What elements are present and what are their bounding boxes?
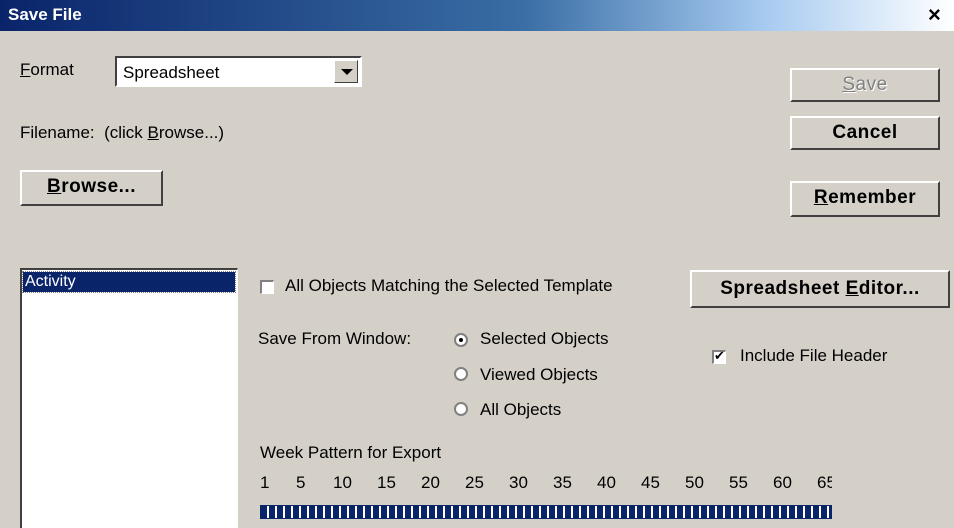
- week-tick: 45: [641, 473, 660, 492]
- cancel-button[interactable]: Cancel: [790, 116, 940, 150]
- week-tick: 55: [729, 473, 748, 492]
- week-tick: 65: [817, 473, 832, 492]
- viewed-objects-radio[interactable]: [454, 367, 468, 381]
- template-list[interactable]: Activity: [20, 268, 238, 528]
- title-bar: [0, 0, 954, 31]
- week-tick: 30: [509, 473, 528, 492]
- format-selected: Spreadsheet: [123, 63, 220, 82]
- viewed-objects-label: Viewed Objects: [480, 365, 598, 384]
- selected-objects-label: Selected Objects: [480, 329, 609, 348]
- filename-label: Filename: (click Browse...): [20, 123, 225, 142]
- week-tick: 60: [773, 473, 792, 492]
- close-icon[interactable]: ×: [928, 3, 941, 27]
- week-tick: 20: [421, 473, 440, 492]
- chevron-down-icon[interactable]: [334, 60, 358, 83]
- week-pattern-bar[interactable]: [260, 505, 832, 519]
- include-file-header-checkbox[interactable]: [712, 348, 726, 364]
- week-tick: 35: [553, 473, 572, 492]
- week-tick: 1: [260, 473, 270, 492]
- remember-button[interactable]: Remember: [790, 181, 940, 217]
- week-tick: 25: [465, 473, 484, 492]
- week-tick: 40: [597, 473, 616, 492]
- week-tick: 50: [685, 473, 704, 492]
- week-tick: 10: [333, 473, 352, 492]
- spreadsheet-editor-button[interactable]: Spreadsheet Editor...: [690, 270, 950, 308]
- save-from-window-label: Save From Window:: [258, 329, 412, 348]
- all-objects-matching-checkbox[interactable]: [260, 280, 274, 294]
- window-title: Save File: [8, 5, 82, 24]
- include-file-header-label: Include File Header: [740, 346, 888, 365]
- all-objects-label: All Objects: [480, 400, 562, 419]
- format-dropdown[interactable]: Spreadsheet: [115, 56, 362, 87]
- all-objects-radio[interactable]: [454, 402, 468, 416]
- week-tick: 15: [377, 473, 396, 492]
- week-pattern-label: Week Pattern for Export: [260, 443, 442, 462]
- format-label: Format: [20, 60, 74, 79]
- week-tick: 5: [296, 473, 306, 492]
- list-item[interactable]: Activity: [22, 271, 236, 293]
- browse-button[interactable]: Browse...: [20, 170, 163, 206]
- save-button[interactable]: Save: [790, 68, 940, 102]
- selected-objects-radio[interactable]: [454, 333, 468, 347]
- all-objects-matching-label: All Objects Matching the Selected Templa…: [285, 276, 613, 295]
